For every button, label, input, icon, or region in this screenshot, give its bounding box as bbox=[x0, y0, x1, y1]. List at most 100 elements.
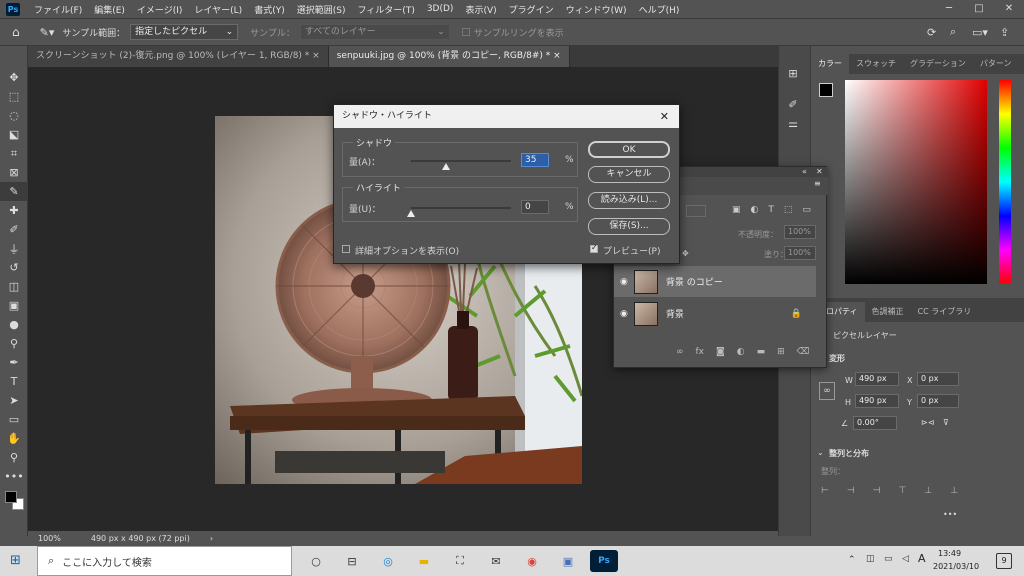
menu-image[interactable]: イメージ(I) bbox=[131, 3, 189, 16]
mask-icon[interactable]: ◙ bbox=[716, 347, 725, 357]
shape-filter-icon[interactable]: ⬚ bbox=[784, 205, 793, 215]
sample-size-select[interactable]: 指定したピクセル ⌄ bbox=[130, 24, 239, 40]
blur-tool-icon[interactable]: ● bbox=[0, 315, 28, 334]
menu-window[interactable]: ウィンドウ(W) bbox=[560, 3, 633, 16]
tab-color[interactable]: カラー bbox=[811, 54, 849, 74]
taskbar-search-box[interactable]: ⌕ ここに入力して検索 bbox=[37, 546, 292, 576]
workspace-icon[interactable]: ▭▾ bbox=[972, 26, 988, 39]
tab-patterns[interactable]: パターン bbox=[973, 54, 1019, 74]
hand-tool-icon[interactable]: ✋ bbox=[0, 429, 28, 448]
eyedropper-tool-icon[interactable]: ✎ bbox=[0, 182, 28, 201]
clock-time[interactable]: 13:49 bbox=[938, 549, 961, 558]
menu-layer[interactable]: レイヤー(L) bbox=[188, 3, 248, 16]
width-field[interactable]: 490 px bbox=[855, 372, 899, 386]
zoom-level[interactable]: 100% bbox=[38, 534, 61, 543]
smart-filter-icon[interactable]: ▭ bbox=[802, 205, 811, 215]
new-layer-icon[interactable]: ⊞ bbox=[777, 347, 785, 357]
menu-edit[interactable]: 編集(E) bbox=[88, 3, 131, 16]
filter-kind-select[interactable] bbox=[686, 205, 706, 217]
tray-network-icon[interactable]: ◫ bbox=[866, 554, 875, 564]
menu-type[interactable]: 書式(Y) bbox=[248, 3, 291, 16]
minimize-button[interactable]: ─ bbox=[934, 0, 964, 18]
rectangle-tool-icon[interactable]: ▭ bbox=[0, 410, 28, 429]
cancel-button[interactable]: キャンセル bbox=[588, 166, 670, 183]
path-select-tool-icon[interactable]: ➤ bbox=[0, 391, 28, 410]
store-icon[interactable]: ⛶ bbox=[446, 550, 474, 572]
align-right-icon[interactable]: ⊣ bbox=[873, 486, 881, 496]
highlight-amount-field[interactable]: 0 bbox=[521, 200, 549, 214]
collapse-panel-icon[interactable]: « bbox=[802, 167, 807, 176]
chrome-icon[interactable]: ◉ bbox=[518, 550, 546, 572]
share-icon[interactable]: ⟳ bbox=[927, 26, 936, 39]
visibility-eye-icon[interactable]: ◉ bbox=[620, 309, 628, 319]
edge-icon[interactable]: ◎ bbox=[374, 550, 402, 572]
history-brush-tool-icon[interactable]: ↺ bbox=[0, 258, 28, 277]
dodge-tool-icon[interactable]: ⚲ bbox=[0, 334, 28, 353]
menu-help[interactable]: ヘルプ(H) bbox=[633, 3, 686, 16]
tray-battery-icon[interactable]: ▭ bbox=[884, 554, 893, 564]
eyedropper-preset-icon[interactable]: ✎▾ bbox=[40, 26, 55, 39]
type-tool-icon[interactable]: T bbox=[0, 372, 28, 391]
highlight-slider-thumb[interactable] bbox=[407, 210, 415, 217]
align-hcenter-icon[interactable]: ⊣ bbox=[847, 486, 855, 496]
zoom-tool-icon[interactable]: ⚲ bbox=[0, 448, 28, 467]
gradient-tool-icon[interactable]: ▣ bbox=[0, 296, 28, 315]
menu-select[interactable]: 選択範囲(S) bbox=[291, 3, 352, 16]
file-explorer-icon[interactable]: ▬ bbox=[410, 550, 438, 572]
tab-senpuuki[interactable]: senpuuki.jpg @ 100% (背景 のコピー, RGB/8#) * … bbox=[328, 46, 570, 67]
lock-move-icon[interactable]: ✥ bbox=[682, 249, 689, 258]
ok-button[interactable]: OK bbox=[588, 141, 670, 158]
preview-checkbox[interactable]: ✓ bbox=[590, 243, 598, 253]
tab-screenshot[interactable]: スクリーンショット (2)-復元.png @ 100% (レイヤー 1, RGB… bbox=[28, 46, 329, 67]
adjust-filter-icon[interactable]: ◐ bbox=[751, 205, 759, 215]
menu-3d[interactable]: 3D(D) bbox=[421, 4, 460, 14]
close-panel-icon[interactable]: ✕ bbox=[816, 167, 823, 176]
fg-color-chip[interactable] bbox=[819, 83, 833, 97]
load-button[interactable]: 読み込み(L)... bbox=[588, 192, 670, 209]
layer-row-background[interactable]: ◉ 背景 🔒 bbox=[614, 298, 816, 329]
y-field[interactable]: 0 px bbox=[917, 394, 959, 408]
move-tool-icon[interactable]: ✥ bbox=[0, 68, 28, 87]
adjust-icon[interactable]: ⚌ bbox=[779, 114, 807, 133]
opacity-field[interactable]: 100% bbox=[784, 225, 816, 239]
share-export-icon[interactable]: ⇪ bbox=[1000, 26, 1009, 39]
tab-close-icon[interactable]: × bbox=[553, 51, 561, 61]
tab-swatches[interactable]: スウォッチ bbox=[849, 54, 903, 74]
status-arrow-icon[interactable]: › bbox=[210, 534, 213, 543]
layer-row-copy[interactable]: ◉ 背景 のコピー bbox=[614, 266, 816, 297]
adjustment-icon[interactable]: ◐ bbox=[737, 347, 745, 357]
more-tools-icon[interactable]: ••• bbox=[0, 467, 28, 486]
object-select-tool-icon[interactable]: ⬕ bbox=[0, 125, 28, 144]
type-filter-icon[interactable]: T bbox=[768, 205, 774, 215]
widgets-icon[interactable]: ⊟ bbox=[338, 550, 366, 572]
layer-name[interactable]: 背景 bbox=[666, 307, 684, 320]
menu-file[interactable]: ファイル(F) bbox=[28, 3, 88, 16]
home-icon[interactable]: ⌂ bbox=[12, 25, 20, 39]
shadow-amount-field[interactable]: 35 bbox=[521, 153, 549, 167]
save-button[interactable]: 保存(S)... bbox=[588, 218, 670, 235]
trash-icon[interactable]: ⌫ bbox=[797, 347, 810, 357]
pen-tool-icon[interactable]: ✒ bbox=[0, 353, 28, 372]
height-field[interactable]: 490 px bbox=[855, 394, 899, 408]
eraser-tool-icon[interactable]: ◫ bbox=[0, 277, 28, 296]
angle-field[interactable]: 0.00° bbox=[853, 416, 897, 430]
close-window-button[interactable]: ✕ bbox=[994, 0, 1024, 18]
healing-tool-icon[interactable]: ✚ bbox=[0, 201, 28, 220]
mail-icon[interactable]: ✉ bbox=[482, 550, 510, 572]
frame-tool-icon[interactable]: ⊠ bbox=[0, 163, 28, 182]
align-bottom-icon[interactable]: ⊥ bbox=[950, 486, 958, 496]
pixel-filter-icon[interactable]: ▣ bbox=[732, 205, 741, 215]
foreground-color-swatch[interactable] bbox=[5, 491, 17, 503]
collapse-chevron-icon[interactable]: ⌄ bbox=[817, 448, 824, 457]
dialog-close-button[interactable]: ✕ bbox=[660, 105, 669, 128]
sample-select[interactable]: すべてのレイヤー ⌄ bbox=[299, 24, 450, 40]
menu-filter[interactable]: フィルター(T) bbox=[351, 3, 420, 16]
tab-adjustments[interactable]: 色調補正 bbox=[865, 302, 911, 322]
tab-close-icon[interactable]: × bbox=[312, 51, 320, 61]
crop-tool-icon[interactable]: ⌗ bbox=[0, 144, 28, 163]
marquee-tool-icon[interactable]: ⬚ bbox=[0, 87, 28, 106]
more-options[interactable]: ••• bbox=[943, 510, 957, 519]
clock-date[interactable]: 2021/03/10 bbox=[933, 562, 979, 571]
folder-icon[interactable]: ▬ bbox=[757, 347, 766, 357]
panel-menu-icon[interactable]: ≡ bbox=[814, 179, 821, 188]
